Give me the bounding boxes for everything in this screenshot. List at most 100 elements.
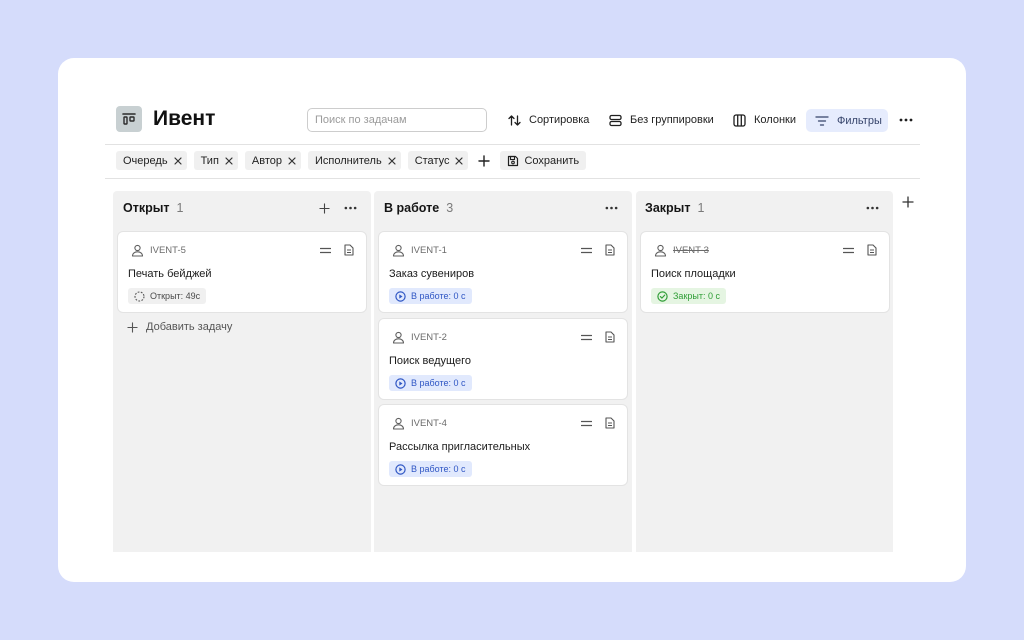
check-circle-icon [657, 290, 668, 302]
priority-icon [843, 247, 854, 254]
task-title: Поиск площадки [651, 268, 736, 280]
filter-chip-type[interactable]: Тип [193, 151, 238, 170]
add-task-label: Добавить задачу [146, 321, 233, 333]
plus-icon [127, 321, 138, 333]
task-key[interactable]: IVENT-1 [411, 245, 447, 257]
column-title: В работе [384, 201, 440, 215]
status-badge: В работе: 0 с [389, 461, 472, 477]
columns-icon [733, 113, 746, 127]
status-badge: Закрыт: 0 с [651, 288, 726, 304]
filters-button[interactable]: Фильтры [806, 109, 888, 132]
assignee-icon[interactable] [392, 417, 405, 430]
column-count: 1 [697, 201, 705, 215]
add-filter-button[interactable] [475, 151, 493, 170]
columns-label: Колонки [754, 114, 796, 126]
sort-label: Сортировка [529, 114, 590, 126]
filter-chip-assignee[interactable]: Исполнитель [308, 151, 401, 170]
task-title: Рассылка пригласительных [389, 441, 531, 453]
task-card[interactable]: IVENT-3 Поиск площадки Закрыт: 0 с [640, 231, 890, 313]
status-text: В работе: 0 с [411, 291, 466, 301]
divider [105, 144, 920, 145]
filter-chip-label: Статус [414, 154, 450, 167]
play-circle-icon [395, 377, 406, 389]
add-column-button[interactable] [901, 195, 915, 209]
status-text: Закрыт: 0 с [673, 291, 720, 301]
save-label: Сохранить [524, 154, 580, 167]
priority-icon [581, 334, 592, 341]
document-icon [344, 244, 354, 256]
task-key[interactable]: IVENT-4 [411, 418, 447, 430]
document-icon [605, 331, 615, 343]
priority-icon [581, 247, 592, 254]
column-header: Открыт 1 [123, 199, 184, 217]
add-task-column-button[interactable] [316, 200, 332, 216]
status-text: Открыт: 49с [150, 291, 201, 301]
close-icon[interactable] [388, 156, 396, 165]
more-icon [866, 206, 879, 210]
columns-button[interactable]: Колонки [729, 108, 800, 132]
add-task-button[interactable]: Добавить задачу [127, 319, 232, 335]
task-key[interactable]: IVENT-3 [673, 245, 709, 257]
task-card[interactable]: IVENT-5 Печать бейджей Открыт: 49с [117, 231, 367, 313]
page-title: Ивент [153, 107, 216, 130]
status-text: В работе: 0 с [411, 464, 466, 474]
filter-chip-status[interactable]: Статус [407, 151, 469, 170]
filter-chip-label: Автор [251, 154, 282, 167]
close-icon[interactable] [288, 156, 296, 165]
column-header: В работе 3 [384, 199, 453, 217]
column-menu-button[interactable] [864, 200, 880, 216]
filters-label: Фильтры [837, 114, 882, 127]
grouping-icon [609, 114, 622, 127]
assignee-icon[interactable] [392, 331, 405, 344]
column-open: Открыт 1 IVENT-5 Печать бейджей Открыт: … [113, 191, 371, 552]
assignee-icon[interactable] [654, 244, 667, 257]
sort-icon [508, 114, 521, 127]
task-card[interactable]: IVENT-2 Поиск ведущего В работе: 0 с [378, 318, 628, 400]
close-icon[interactable] [173, 156, 182, 165]
column-menu-button[interactable] [342, 200, 358, 216]
document-icon [867, 244, 877, 256]
filter-chip-label: Очередь [123, 154, 168, 167]
sort-button[interactable]: Сортировка [504, 108, 593, 132]
more-icon [605, 206, 618, 210]
filter-chip-label: Исполнитель [315, 154, 382, 167]
more-icon [344, 206, 357, 210]
column-count: 1 [176, 201, 184, 215]
filter-bar: Очередь Тип Автор Исполнитель Статус Сох… [116, 151, 587, 170]
filter-chip-label: Тип [200, 154, 219, 167]
task-key[interactable]: IVENT-2 [411, 332, 447, 344]
filter-chip-queue[interactable]: Очередь [116, 151, 187, 170]
board-panel: Ивент Сортировка Без группировки Колонки… [58, 58, 966, 582]
task-key[interactable]: IVENT-5 [150, 245, 186, 257]
plus-icon [902, 196, 914, 208]
priority-icon [581, 420, 592, 427]
close-icon[interactable] [455, 156, 464, 165]
column-count: 3 [446, 201, 454, 215]
status-badge: В работе: 0 с [389, 375, 472, 391]
filter-chip-author[interactable]: Автор [244, 151, 301, 170]
play-circle-icon [395, 290, 406, 302]
save-filter-button[interactable]: Сохранить [500, 151, 587, 170]
filter-icon [815, 115, 829, 127]
status-badge: Открыт: 49с [128, 288, 207, 304]
task-card[interactable]: IVENT-4 Рассылка пригласительных В работ… [378, 404, 628, 486]
plus-icon [318, 202, 330, 214]
task-title: Заказ сувениров [389, 268, 475, 280]
more-icon [899, 118, 913, 122]
priority-icon [320, 247, 331, 254]
play-circle-icon [395, 463, 406, 475]
close-icon[interactable] [225, 156, 233, 165]
assignee-icon[interactable] [131, 244, 144, 257]
status-badge: В работе: 0 с [389, 288, 472, 304]
column-menu-button[interactable] [603, 200, 619, 216]
column-in-progress: В работе 3 IVENT-1 Заказ сувениров В раб… [374, 191, 632, 552]
assignee-icon[interactable] [392, 244, 405, 257]
grouping-label: Без группировки [630, 114, 714, 126]
search-input[interactable] [307, 108, 487, 132]
task-title: Печать бейджей [128, 268, 212, 280]
grouping-button[interactable]: Без группировки [605, 108, 718, 132]
divider [105, 178, 920, 179]
task-card[interactable]: IVENT-1 Заказ сувениров В работе: 0 с [378, 231, 628, 313]
save-icon [507, 155, 519, 167]
more-button[interactable] [898, 108, 914, 132]
